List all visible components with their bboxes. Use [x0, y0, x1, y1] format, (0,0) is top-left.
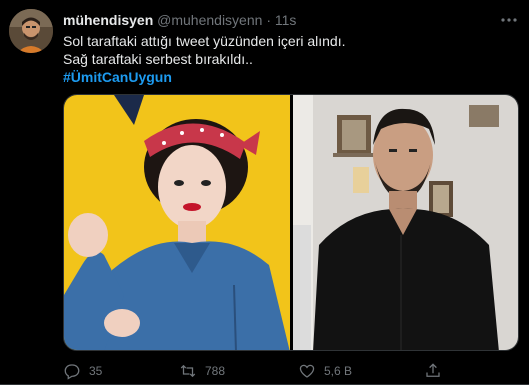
retweet-button[interactable]: 788 [179, 362, 225, 380]
like-count: 5,6 B [324, 364, 353, 378]
retweet-icon [180, 364, 196, 378]
media-photo-right[interactable] [293, 95, 518, 350]
retweet-count: 788 [205, 364, 226, 378]
like-button[interactable]: 5,6 B [298, 362, 352, 380]
tweet-actions: 35 788 5,6 B [63, 362, 513, 382]
avatar-image [9, 9, 53, 53]
share-button[interactable] [424, 362, 442, 380]
reply-icon [64, 364, 80, 380]
share-icon [426, 363, 440, 377]
more-button[interactable] [499, 10, 519, 30]
user-handle[interactable]: @muhendisyenn [157, 12, 262, 28]
avatar[interactable] [9, 9, 53, 53]
tweet-header: mühendisyen @muhendisyenn · 11s [63, 12, 296, 28]
portrait-man-image [293, 95, 518, 350]
timestamp[interactable]: 11s [275, 12, 297, 28]
reply-count: 35 [89, 364, 103, 378]
heart-icon [299, 364, 315, 378]
media-photo-left[interactable] [64, 95, 290, 350]
tweet-line-2: Sağ taraftaki serbest bırakıldı.. [63, 51, 253, 67]
hashtag-link[interactable]: #ÜmitCanUygun [63, 69, 172, 85]
reply-button[interactable]: 35 [63, 362, 102, 380]
more-icon [501, 18, 517, 22]
display-name[interactable]: mühendisyen [63, 12, 153, 28]
poster-woman-image [64, 95, 290, 350]
tweet-line-1: Sol taraftaki attığı tweet yüzünden içer… [63, 33, 346, 49]
media-grid [63, 94, 519, 351]
separator-dot: · [266, 12, 271, 28]
tweet-text: Sol taraftaki attığı tweet yüzünden içer… [63, 32, 513, 86]
tweet[interactable]: mühendisyen @muhendisyenn · 11s Sol tara… [0, 0, 529, 385]
